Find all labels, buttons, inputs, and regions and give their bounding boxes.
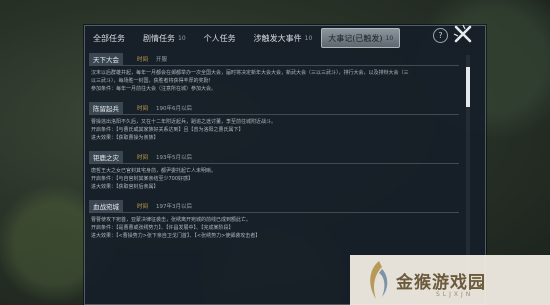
- time-label: 时间: [137, 56, 149, 63]
- tab-label: 剧情任务: [143, 33, 175, 43]
- event-entry[interactable]: 天下大会 时间 开服 汉末以后群雄并起，每年一月都会在邺都举办一次全国大会，届时…: [89, 52, 459, 95]
- event-title: 血战宛城: [89, 199, 123, 212]
- event-time: 开服: [156, 56, 168, 63]
- tab-count: 10: [304, 34, 313, 42]
- event-description: 唐哲王大之女已官封其宅身前，都尹委托起亡人未明晰。: [91, 168, 217, 174]
- monkey-logo-icon: [370, 261, 388, 299]
- tab-label: 涉触发大事件: [253, 33, 302, 43]
- time-label: 时间: [137, 203, 149, 210]
- event-time: 190年6月以后: [156, 105, 193, 112]
- event-effect: 进大效果：【获取宫封后亲属】: [91, 184, 159, 190]
- tab-count: 10: [385, 34, 394, 42]
- quest-tab-bar: 全部任务 剧情任务 10 个人任务 涉触发大事件 10 大事记(已触发) 10: [84, 27, 414, 49]
- time-label: 时间: [137, 154, 149, 161]
- event-title: 钜鹿之灾: [89, 150, 123, 163]
- event-description: 曹曹使攻下宛首，亚蒙决律征袭击，张绣离开宛城的前线已成到额此亡。: [91, 217, 252, 223]
- tab-label: 大事记(已触发): [328, 33, 383, 43]
- event-entry[interactable]: 钜鹿之灾 时间 193年5月以后 唐哲王大之女已官封其宅身前，都尹委托起亡人未明…: [89, 150, 459, 193]
- watermark-subtext: SLJXJN: [436, 291, 474, 298]
- close-icon[interactable]: [452, 23, 474, 45]
- tab-triggered-events[interactable]: 大事记(已触发) 10: [321, 28, 401, 48]
- tab-count: 10: [178, 34, 186, 42]
- event-effect: 进大效果：【<曹操势力>张下亲自卫戈门首】、【<张绣势力>使邺袭攻击者】: [91, 233, 261, 239]
- tab-triggerable-events[interactable]: 涉触发大事件 10: [245, 29, 322, 47]
- event-description: 曹操逃出洛阳不久后，又在十二年附近起兵，蹈追之途讨董，李至前往城附近战斗。: [91, 119, 277, 125]
- event-description: 汉末以后群雄并起，每年一月都会在邺都举办一次全国大会，届时将决定新年大会大会，新…: [91, 70, 409, 76]
- site-watermark: 金猴游戏园 SLJXJN: [350, 255, 550, 305]
- scrollbar-thumb[interactable]: [466, 67, 470, 107]
- event-title: 天下大会: [89, 52, 123, 65]
- event-condition: 参加条件：每年一月前往大会（注意所在城）参加大会。: [91, 86, 217, 92]
- event-condition: 开启条件：【是曹曹或张绣势力】、【许昌发展中】、【完成某阶段】: [91, 225, 234, 231]
- event-entry[interactable]: 血战宛城 时间 197年3月以后 曹曹使攻下宛首，亚蒙决律征袭击，张绣离开宛城的…: [89, 199, 459, 242]
- event-condition: 开启条件：【与曹氏或其家族好关系达到】且【曾为洛阳之曹氏属下】: [91, 127, 244, 133]
- help-icon[interactable]: ?: [433, 28, 448, 43]
- event-condition: 开启条件：【与自宫封其某亲结至少700好感】: [91, 176, 194, 182]
- event-time: 193年5月以后: [156, 154, 193, 161]
- watermark-text: 金猴游戏园: [396, 272, 486, 293]
- event-time: 197年3月以后: [156, 203, 193, 210]
- tab-story-quests[interactable]: 剧情任务 10: [134, 29, 195, 47]
- event-title: 陈留起兵: [89, 101, 123, 114]
- tab-all-quests[interactable]: 全部任务: [84, 29, 134, 47]
- time-label: 时间: [137, 105, 149, 112]
- event-description: 以三武斗），每场胜一封国，获胜者将获得丰厚的奖励！: [91, 78, 214, 84]
- event-effect: 进大效果：【获取曹操为亲族】: [91, 135, 159, 141]
- tab-personal-quests[interactable]: 个人任务: [195, 29, 245, 47]
- tab-label: 全部任务: [93, 33, 125, 43]
- tab-label: 个人任务: [203, 33, 236, 43]
- event-entry[interactable]: 陈留起兵 时间 190年6月以后 曹操逃出洛阳不久后，又在十二年附近起兵，蹈追之…: [89, 101, 459, 144]
